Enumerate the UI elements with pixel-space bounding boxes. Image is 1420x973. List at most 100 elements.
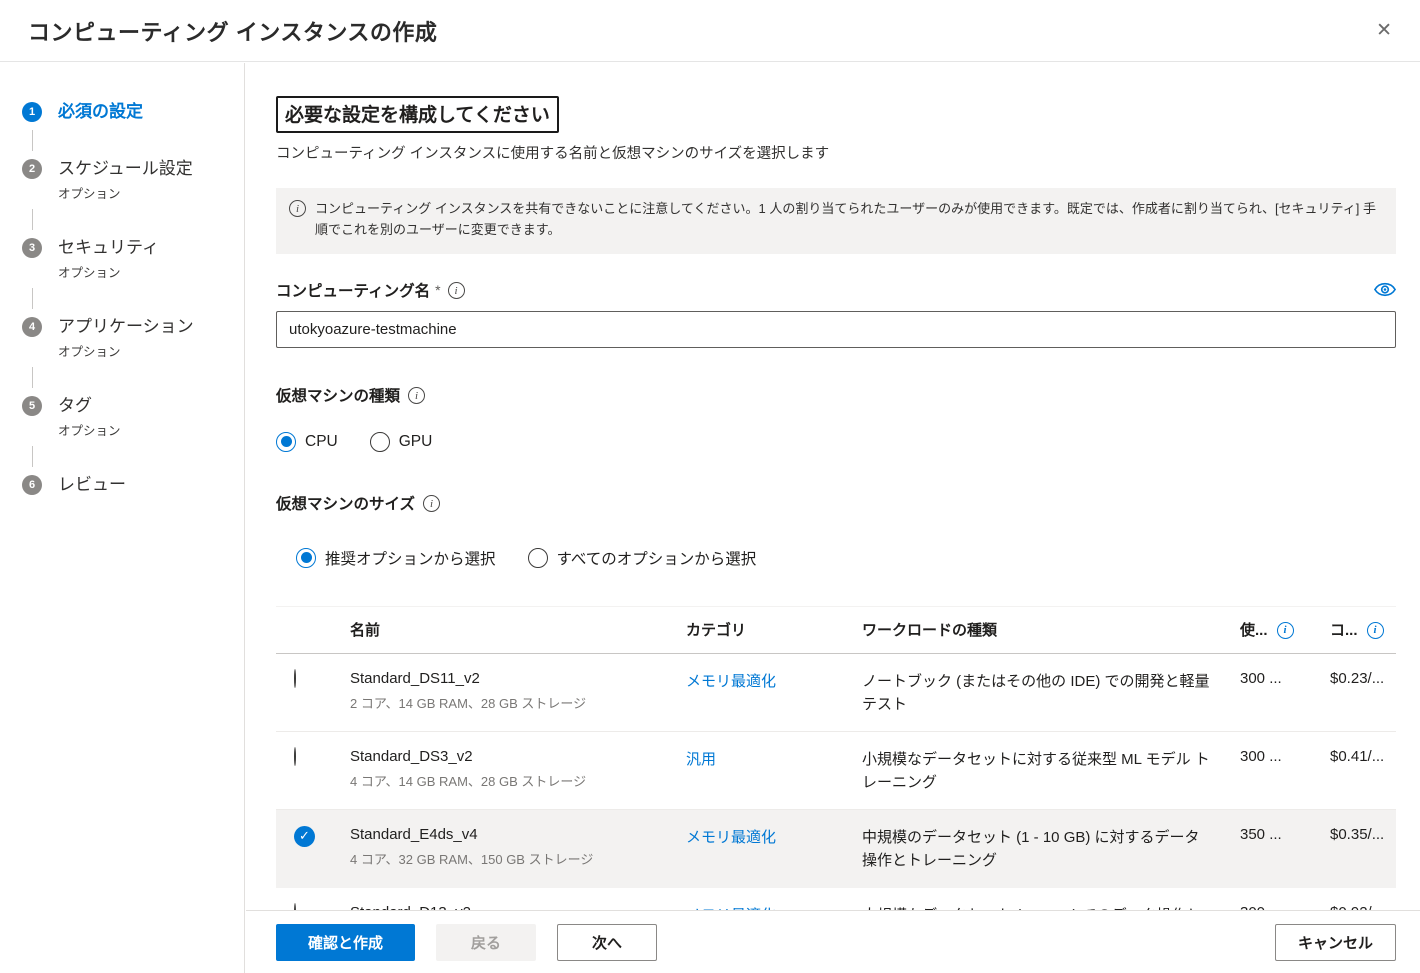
radio-gpu[interactable]: GPU xyxy=(370,432,433,452)
eye-icon[interactable] xyxy=(1374,282,1396,297)
radio-label: 推奨オプションから選択 xyxy=(325,547,496,569)
header-workload[interactable]: ワークロードの種類 xyxy=(862,619,1240,640)
radio-circle xyxy=(528,548,548,568)
header-category[interactable]: カテゴリ xyxy=(686,619,862,640)
step-number-badge: 5 xyxy=(22,396,42,416)
next-button[interactable]: 次へ xyxy=(557,924,657,961)
step-connector-line xyxy=(32,446,33,467)
step-applications[interactable]: 4 アプリケーション オプション xyxy=(22,316,244,360)
radio-label: GPU xyxy=(399,433,433,451)
vm-workload: 中規模のデータセット (1 - 10 GB) に対するデータ操作とトレーニング xyxy=(862,826,1240,873)
radio-circle xyxy=(296,548,316,568)
vm-type-radio-group: CPU GPU xyxy=(276,432,1396,452)
dialog-header: コンピューティング インスタンスの作成 ✕ xyxy=(0,0,1420,62)
step-optional-label: オプション xyxy=(58,341,244,360)
radio-all-options[interactable]: すべてのオプションから選択 xyxy=(528,547,757,569)
info-icon[interactable]: i xyxy=(1277,622,1294,639)
compute-name-label-row: コンピューティング名 * i xyxy=(276,279,1396,301)
vm-category-link[interactable]: 汎用 xyxy=(686,748,862,769)
vm-specs: 4 コア、32 GB RAM、150 GB ストレージ xyxy=(350,849,686,868)
info-icon[interactable]: i xyxy=(448,282,465,299)
step-label: アプリケーション xyxy=(58,316,244,338)
vm-type-label: 仮想マシンの種類 xyxy=(276,384,400,406)
row-radio-unselected[interactable] xyxy=(294,747,296,766)
close-icon[interactable]: ✕ xyxy=(1372,17,1396,44)
table-row-standard-e4ds-v4[interactable]: ✓ Standard_E4ds_v4 4 コア、32 GB RAM、150 GB… xyxy=(276,810,1396,888)
info-icon[interactable]: i xyxy=(408,387,425,404)
radio-circle xyxy=(276,432,296,452)
header-cost[interactable]: コ... i xyxy=(1330,619,1396,640)
required-settings-panel: 必要な設定を構成してください コンピューティング インスタンスに使用する名前と仮… xyxy=(246,63,1420,910)
compute-name-label: コンピューティング名 xyxy=(276,279,430,301)
step-connector-line xyxy=(32,209,33,230)
step-connector-line xyxy=(32,130,33,151)
vm-name: Standard_DS3_v2 xyxy=(350,748,686,765)
vm-cost: $0.41/... xyxy=(1330,748,1396,765)
header-name[interactable]: 名前 xyxy=(350,619,686,640)
row-radio-unselected[interactable] xyxy=(294,903,296,910)
dialog-title: コンピューティング インスタンスの作成 xyxy=(28,15,437,47)
page-title: 必要な設定を構成してください xyxy=(276,96,559,133)
step-security[interactable]: 3 セキュリティ オプション xyxy=(22,237,244,281)
radio-circle xyxy=(370,432,390,452)
radio-recommended-options[interactable]: 推奨オプションから選択 xyxy=(296,547,496,569)
table-row-standard-ds11-v2[interactable]: Standard_DS11_v2 2 コア、14 GB RAM、28 GB スト… xyxy=(276,654,1396,732)
vm-quota: 300 ... xyxy=(1240,748,1330,765)
compute-name-input[interactable] xyxy=(276,311,1396,348)
step-connector-line xyxy=(32,288,33,309)
vm-quota: 300 ... xyxy=(1240,670,1330,687)
vm-name: Standard_DS11_v2 xyxy=(350,670,686,687)
step-required-settings[interactable]: 1 必須の設定 xyxy=(22,101,244,123)
required-asterisk: * xyxy=(435,282,440,298)
vm-category-link[interactable]: メモリ最適化 xyxy=(686,826,862,847)
step-label: タグ xyxy=(58,395,244,417)
table-header-row: 名前 カテゴリ ワークロードの種類 使... i コ... i xyxy=(276,606,1396,654)
radio-label: CPU xyxy=(305,433,338,451)
info-banner-text: コンピューティング インスタンスを共有できないことに注意してください。1 人の割… xyxy=(315,199,1382,241)
step-review[interactable]: 6 レビュー xyxy=(22,474,244,496)
row-selected-check-icon[interactable]: ✓ xyxy=(294,826,315,847)
step-tags[interactable]: 5 タグ オプション xyxy=(22,395,244,439)
vm-specs: 2 コア、14 GB RAM、28 GB ストレージ xyxy=(350,693,686,712)
vm-workload: 小規模なデータセットに対する従来型 ML モデル トレーニング xyxy=(862,748,1240,795)
step-number-badge: 3 xyxy=(22,238,42,258)
step-label: スケジュール設定 xyxy=(58,158,244,180)
step-optional-label: オプション xyxy=(58,183,244,202)
step-number-badge: 1 xyxy=(22,102,42,122)
step-number-badge: 2 xyxy=(22,159,42,179)
info-icon[interactable]: i xyxy=(423,495,440,512)
vm-size-label: 仮想マシンのサイズ xyxy=(276,492,415,514)
cancel-button[interactable]: キャンセル xyxy=(1275,924,1396,961)
step-number-badge: 6 xyxy=(22,475,42,495)
back-button[interactable]: 戻る xyxy=(436,924,536,961)
info-icon: i xyxy=(289,200,306,217)
vm-type-label-row: 仮想マシンの種類 i xyxy=(276,384,1396,406)
vm-workload: ノートブック (またはその他の IDE) での開発と軽量テスト xyxy=(862,670,1240,717)
header-quota-label: 使... xyxy=(1240,619,1268,640)
page-subtitle: コンピューティング インスタンスに使用する名前と仮想マシンのサイズを選択します xyxy=(276,142,1396,163)
review-and-create-button[interactable]: 確認と作成 xyxy=(276,924,415,961)
table-body: Standard_DS11_v2 2 コア、14 GB RAM、28 GB スト… xyxy=(276,654,1396,910)
vm-cost: $0.23/... xyxy=(1330,670,1396,687)
vm-size-table: 名前 カテゴリ ワークロードの種類 使... i コ... i Standard… xyxy=(276,606,1396,910)
step-label: レビュー xyxy=(58,474,244,496)
vm-cost: $0.35/... xyxy=(1330,826,1396,843)
step-schedule[interactable]: 2 スケジュール設定 オプション xyxy=(22,158,244,202)
row-radio-unselected[interactable] xyxy=(294,669,296,688)
dialog-footer: 確認と作成 戻る 次へ キャンセル xyxy=(246,910,1420,973)
vm-specs: 4 コア、14 GB RAM、28 GB ストレージ xyxy=(350,771,686,790)
table-row-standard-ds3-v2[interactable]: Standard_DS3_v2 4 コア、14 GB RAM、28 GB ストレ… xyxy=(276,732,1396,810)
info-banner: i コンピューティング インスタンスを共有できないことに注意してください。1 人… xyxy=(276,188,1396,254)
info-icon[interactable]: i xyxy=(1367,622,1384,639)
radio-cpu[interactable]: CPU xyxy=(276,432,338,452)
step-optional-label: オプション xyxy=(58,262,244,281)
header-quota[interactable]: 使... i xyxy=(1240,619,1330,640)
create-compute-instance-dialog: コンピューティング インスタンスの作成 ✕ 1 必須の設定 2 スケジュール設定… xyxy=(0,0,1420,973)
step-optional-label: オプション xyxy=(58,420,244,439)
table-row-standard-d13-v2[interactable]: Standard_D13_v2 8 コア、56 GB RAM、400 GB スト… xyxy=(276,888,1396,910)
wizard-steps-sidebar: 1 必須の設定 2 スケジュール設定 オプション 3 セキュリティ オプション … xyxy=(0,63,245,973)
vm-name: Standard_E4ds_v4 xyxy=(350,826,686,843)
vm-category-link[interactable]: メモリ最適化 xyxy=(686,670,862,691)
header-cost-label: コ... xyxy=(1330,619,1358,640)
vm-size-filter-radio-group: 推奨オプションから選択 すべてのオプションから選択 xyxy=(296,547,1396,569)
